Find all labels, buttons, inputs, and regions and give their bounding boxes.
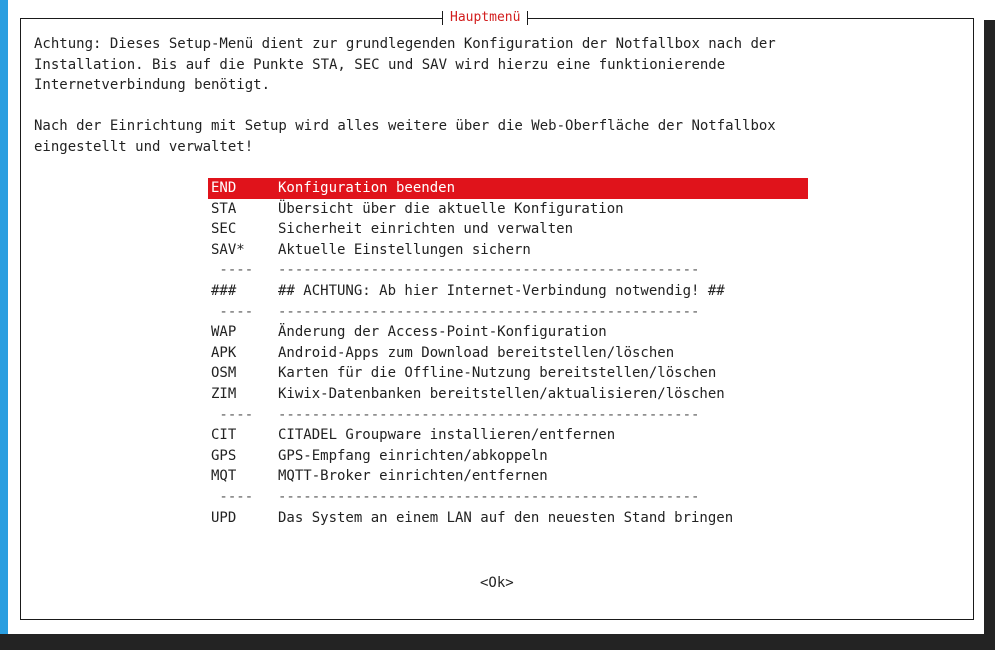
menu-item-description: ----------------------------------------…	[278, 406, 700, 423]
menu-item-tag: SEC	[211, 221, 237, 238]
menu-item-description: ----------------------------------------…	[278, 488, 700, 505]
main-menu-dialog: Hauptmenü Achtung: Dieses Setup-Menü die…	[10, 0, 984, 634]
ok-button[interactable]: <Ok>	[480, 573, 514, 593]
menu-item-sav[interactable]: SAV* Aktuelle Einstellungen sichern	[208, 240, 808, 261]
menu-separator: ---- ------------------------------------…	[208, 302, 808, 323]
menu-item-tag: STA	[211, 200, 237, 217]
menu-item-tag: WAP	[211, 324, 237, 341]
menu-item-description: GPS-Empfang einrichten/abkoppeln	[278, 447, 548, 464]
menu-item-description: Das System an einem LAN auf den neuesten…	[278, 509, 734, 526]
menu-item-tag: OSM	[211, 365, 237, 382]
menu-item-tag: UPD	[211, 509, 237, 526]
menu-item-description: Karten für die Offline-Nutzung bereitste…	[278, 365, 717, 382]
menu-item-description: Aktuelle Einstellungen sichern	[278, 241, 531, 258]
menu-item-description: Android-Apps zum Download bereitstellen/…	[278, 344, 675, 361]
menu-item-description: MQTT-Broker einrichten/entfernen	[278, 468, 548, 485]
menu-item-upd[interactable]: UPD Das System an einem LAN auf den neues…	[208, 508, 808, 529]
menu-item-description: Kiwix-Datenbanken bereitstellen/aktualis…	[278, 385, 725, 402]
menu-item-wap[interactable]: WAP Änderung der Access-Point-Konfigurati…	[208, 322, 808, 343]
menu-item-tag: ZIM	[211, 385, 237, 402]
menu-item-tag: CIT	[211, 427, 237, 444]
menu-item-description: Sicherheit einrichten und verwalten	[278, 221, 574, 238]
menu-item-description: Konfiguration beenden	[278, 180, 456, 196]
menu-item-cit[interactable]: CIT CITADEL Groupware installieren/entfer…	[208, 425, 808, 446]
menu-item-tag: MQT	[211, 468, 237, 485]
menu-separator: ---- ------------------------------------…	[208, 487, 808, 508]
menu-item-tag: SAV*	[211, 241, 245, 258]
menu-item-tag: ----	[211, 406, 254, 423]
menu-list: END Konfiguration beenden STA Übersicht übe…	[208, 178, 808, 528]
dialog-shadow	[984, 20, 995, 634]
menu-separator: ---- ------------------------------------…	[208, 260, 808, 281]
menu-item-end[interactable]: END Konfiguration beenden	[208, 178, 808, 199]
menu-separator: ---- ------------------------------------…	[208, 405, 808, 426]
menu-heading[interactable]: ### ## ACHTUNG: Ab hier Internet-Verbindu…	[208, 281, 808, 302]
menu-item-description: ----------------------------------------…	[278, 303, 700, 320]
menu-item-gps[interactable]: GPS GPS-Empfang einrichten/abkoppeln	[208, 446, 808, 467]
menu-item-apk[interactable]: APK Android-Apps zum Download bereitstell…	[208, 343, 808, 364]
dialog-title: Hauptmenü	[442, 8, 529, 28]
menu-item-description: Änderung der Access-Point-Konfiguration	[278, 324, 607, 341]
terminal-left-edge	[0, 0, 8, 650]
menu-item-tag: ###	[211, 282, 237, 299]
menu-item-tag: ----	[211, 262, 254, 279]
menu-item-description: Übersicht über die aktuelle Konfiguratio…	[278, 200, 624, 217]
menu-item-osm[interactable]: OSM Karten für die Offline-Nutzung bereit…	[208, 363, 808, 384]
terminal-bottom-edge	[0, 634, 995, 650]
menu-item-description: CITADEL Groupware installieren/entfernen	[278, 427, 616, 444]
menu-item-mqt[interactable]: MQT MQTT-Broker einrichten/entfernen	[208, 466, 808, 487]
menu-item-description: ## ACHTUNG: Ab hier Internet-Verbindung …	[278, 282, 725, 299]
menu-item-tag: APK	[211, 344, 237, 361]
menu-item-tag: END	[211, 180, 237, 196]
dialog-intro-text: Achtung: Dieses Setup-Menü dient zur gru…	[34, 36, 776, 155]
menu-item-zim[interactable]: ZIM Kiwix-Datenbanken bereitstellen/aktua…	[208, 384, 808, 405]
menu-item-sec[interactable]: SEC Sicherheit einrichten und verwalten	[208, 219, 808, 240]
menu-item-tag: ----	[211, 488, 254, 505]
menu-item-sta[interactable]: STA Übersicht über die aktuelle Konfigura…	[208, 199, 808, 220]
menu-item-tag: ----	[211, 303, 254, 320]
menu-item-description: ----------------------------------------…	[278, 262, 700, 279]
menu-item-tag: GPS	[211, 447, 237, 464]
